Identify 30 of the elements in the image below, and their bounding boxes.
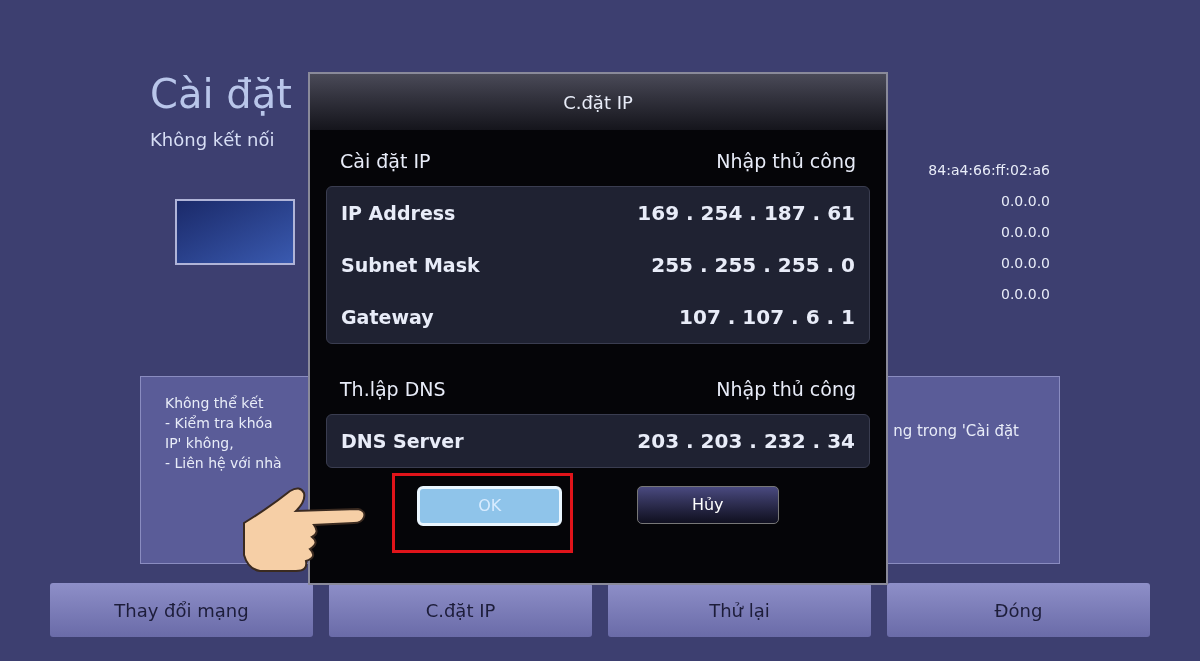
field-value[interactable]: 255 . 255 . 255 . 0	[651, 250, 855, 280]
info-value: 0.0.0.0	[1001, 254, 1050, 273]
info-value: 84:a4:66:ff:02:a6	[928, 161, 1050, 180]
menu-button[interactable]: C.đặt IP	[329, 583, 592, 637]
message-text: IP' không,	[165, 434, 235, 453]
dialog-button[interactable]: Hủy	[636, 486, 779, 524]
field-label: Gateway	[341, 304, 434, 330]
menu-button[interactable]: Thử lại	[608, 583, 871, 637]
info-value: 0.0.0.0	[1001, 192, 1050, 211]
field-label: Subnet Mask	[341, 252, 480, 278]
field-value[interactable]: 107 . 107 . 6 . 1	[679, 302, 855, 332]
dialog-title: C.đặt IP	[563, 90, 633, 115]
field-label: DNS Server	[341, 428, 464, 454]
field-label: IP Address	[341, 200, 456, 226]
menu-button[interactable]: Đóng	[887, 583, 1150, 637]
message-text: - Kiểm tra khóa	[165, 414, 274, 433]
menu-button[interactable]: Thay đổi mạng	[50, 583, 313, 637]
setting-label: Th.lập DNS	[340, 376, 446, 402]
message-text: - Liên hệ với nhà	[165, 454, 282, 473]
page-title: Cài đặt	[150, 70, 293, 119]
field-value[interactable]: 203 . 203 . 232 . 34	[637, 426, 855, 456]
setting-value[interactable]: Nhập thủ công	[716, 146, 856, 176]
field-value[interactable]: 169 . 254 . 187 . 61	[637, 198, 855, 228]
info-value: 0.0.0.0	[1001, 223, 1050, 242]
info-value: 0.0.0.0	[1001, 285, 1050, 304]
setting-value[interactable]: Nhập thủ công	[716, 374, 856, 404]
message-text: Không thể kết	[165, 394, 265, 413]
message-text: ng trong 'Cài đặt	[893, 421, 1019, 442]
setting-label: Cài đặt IP	[340, 148, 431, 174]
page-subtitle: Không kết nối	[150, 128, 276, 152]
